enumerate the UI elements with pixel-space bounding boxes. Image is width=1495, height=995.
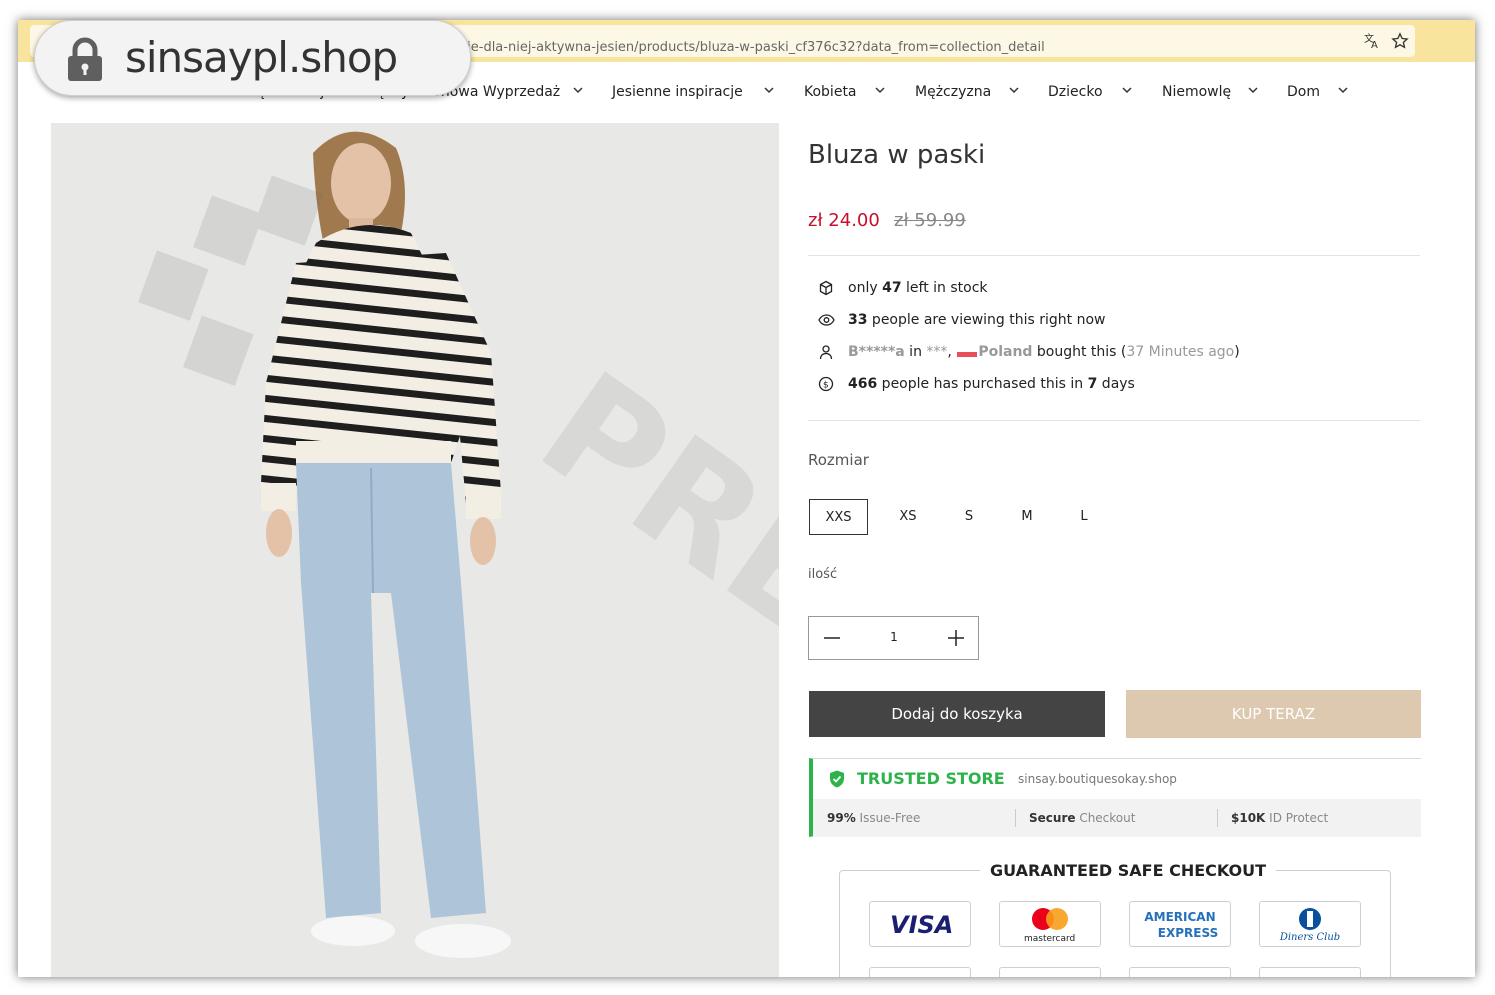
trusted-store-badge: TRUSTED STORE sinsay.boutiquesokay.shop … xyxy=(809,758,1421,837)
nav-item-dziecko[interactable]: Dziecko xyxy=(1048,84,1103,100)
buyer-city: *** xyxy=(926,344,948,360)
payment-card-icon xyxy=(869,967,971,977)
trust-title: TRUSTED STORE xyxy=(857,769,1005,788)
stock-post: left in stock xyxy=(901,280,988,296)
stat-label: Checkout xyxy=(1075,811,1136,825)
stat-value: Secure xyxy=(1029,811,1076,825)
url-text[interactable]: cje-dla-niej-aktywna-jesien/products/blu… xyxy=(460,40,1045,55)
chevron-down-icon[interactable] xyxy=(1122,85,1132,95)
recent-close: ) xyxy=(1234,344,1240,360)
trust-stat-id-protect: $10K ID Protect xyxy=(1231,811,1328,825)
product-image[interactable]: PREBY xyxy=(51,123,779,977)
product-title: Bluza w paski xyxy=(808,140,986,170)
mastercard-label: mastercard xyxy=(1024,934,1075,944)
chevron-down-icon[interactable] xyxy=(875,85,885,95)
visa-card-icon: VISA xyxy=(869,901,971,947)
original-price: zł 59.99 xyxy=(894,210,966,231)
diners-club-icon: Diners Club xyxy=(1259,901,1361,947)
chevron-down-icon[interactable] xyxy=(1009,85,1019,95)
purchased-post: days xyxy=(1097,376,1135,392)
trust-header: TRUSTED STORE sinsay.boutiquesokay.shop xyxy=(813,759,1421,799)
domain-name: sinsaypl.shop xyxy=(125,33,398,82)
quantity-stepper: 1 xyxy=(808,616,979,660)
safe-checkout-box: GUARANTEED SAFE CHECKOUT VISA mastercard… xyxy=(839,861,1391,977)
recent-comma: , xyxy=(947,344,952,360)
chevron-down-icon[interactable] xyxy=(573,85,583,95)
minus-icon[interactable] xyxy=(821,627,843,649)
box-icon xyxy=(819,280,833,296)
trust-stat-issue-free: 99% Issue-Free xyxy=(827,811,920,825)
divider xyxy=(1217,809,1218,827)
payment-card-icon xyxy=(1259,967,1361,977)
chevron-down-icon[interactable] xyxy=(1338,85,1348,95)
size-option-m[interactable]: M xyxy=(1012,499,1042,535)
divider xyxy=(808,420,1420,421)
viewers-count: 33 xyxy=(848,312,868,328)
nav-item-mezczyzna[interactable]: Mężczyzna xyxy=(915,84,991,100)
buyer-name: B*****a xyxy=(848,344,905,360)
diners-label: Diners Club xyxy=(1279,932,1340,943)
size-option-xs[interactable]: XS xyxy=(888,499,928,535)
recent-bought: bought this ( xyxy=(1032,344,1127,360)
payment-card-icon xyxy=(1129,967,1231,977)
shield-check-icon xyxy=(830,770,844,788)
add-to-cart-button[interactable]: Dodaj do koszyka xyxy=(809,691,1105,737)
purchase-time-ago: 37 Minutes ago xyxy=(1126,344,1235,360)
stat-label: Issue-Free xyxy=(855,811,921,825)
domain-overlay: sinsaypl.shop xyxy=(34,20,471,96)
amex-label-1: AMERICAN xyxy=(1144,910,1215,924)
quantity-value[interactable]: 1 xyxy=(879,630,909,644)
nav-item-dom-2[interactable]: Dom xyxy=(1287,84,1320,100)
user-icon xyxy=(819,345,833,360)
nav-item-kobieta[interactable]: Kobieta xyxy=(804,84,857,100)
size-label: Rozmiar xyxy=(808,451,869,469)
amex-label-2: EXPRESS xyxy=(1158,926,1218,940)
visa-label: VISA xyxy=(890,911,953,939)
bookmark-star-icon[interactable] xyxy=(1390,32,1410,52)
translate-icon[interactable]: 文A xyxy=(1362,32,1382,52)
divider xyxy=(1015,809,1016,827)
stat-value: $10K xyxy=(1231,811,1266,825)
purchased-count: 466 xyxy=(848,376,878,392)
model-photo: PREBY xyxy=(51,123,779,977)
size-option-l[interactable]: L xyxy=(1070,499,1098,535)
chevron-down-icon[interactable] xyxy=(1248,85,1258,95)
size-option-s[interactable]: S xyxy=(954,499,984,535)
quantity-label: ilość xyxy=(808,567,838,582)
divider xyxy=(808,255,1420,256)
stock-pre: only xyxy=(848,280,883,296)
svg-text:$: $ xyxy=(823,381,829,391)
purchased-mid: people has purchased this in xyxy=(877,376,1088,392)
eye-icon xyxy=(818,314,835,326)
stat-label: ID Protect xyxy=(1265,811,1329,825)
mastercard-icon: mastercard xyxy=(999,901,1101,947)
size-option-xxs[interactable]: XXS xyxy=(809,499,868,535)
viewers-post: people are viewing this right now xyxy=(867,312,1106,328)
poland-flag-icon xyxy=(957,347,978,357)
lock-icon xyxy=(68,37,102,81)
trust-stats: 99% Issue-Free Secure Checkout $10K ID P… xyxy=(813,799,1421,837)
stat-value: 99% xyxy=(827,811,856,825)
sale-price: zł 24.00 xyxy=(808,210,880,231)
browser-window: cje-dla-niej-aktywna-jesien/products/blu… xyxy=(18,20,1475,977)
trust-stat-secure-checkout: Secure Checkout xyxy=(1029,811,1135,825)
trust-domain: sinsay.boutiquesokay.shop xyxy=(1018,772,1177,786)
recent-in: in xyxy=(904,344,927,360)
dollar-coin-icon: $ xyxy=(818,376,834,392)
buy-now-button[interactable]: KUP TERAZ xyxy=(1126,690,1421,738)
nav-item-jesienne-inspiracje[interactable]: Jesienne inspiracje xyxy=(612,84,743,100)
stock-count: 47 xyxy=(882,280,902,296)
plus-icon[interactable] xyxy=(945,627,967,649)
nav-item-niemowle[interactable]: Niemowlę xyxy=(1162,84,1231,100)
payment-card-icon xyxy=(999,967,1101,977)
amex-card-icon: AMERICAN EXPRESS xyxy=(1129,901,1231,947)
chevron-down-icon[interactable] xyxy=(764,85,774,95)
buyer-country: Poland xyxy=(978,344,1033,360)
svg-text:A: A xyxy=(1371,40,1378,50)
purchased-days: 7 xyxy=(1087,376,1098,392)
safe-checkout-title: GUARANTEED SAFE CHECKOUT xyxy=(980,861,1277,880)
